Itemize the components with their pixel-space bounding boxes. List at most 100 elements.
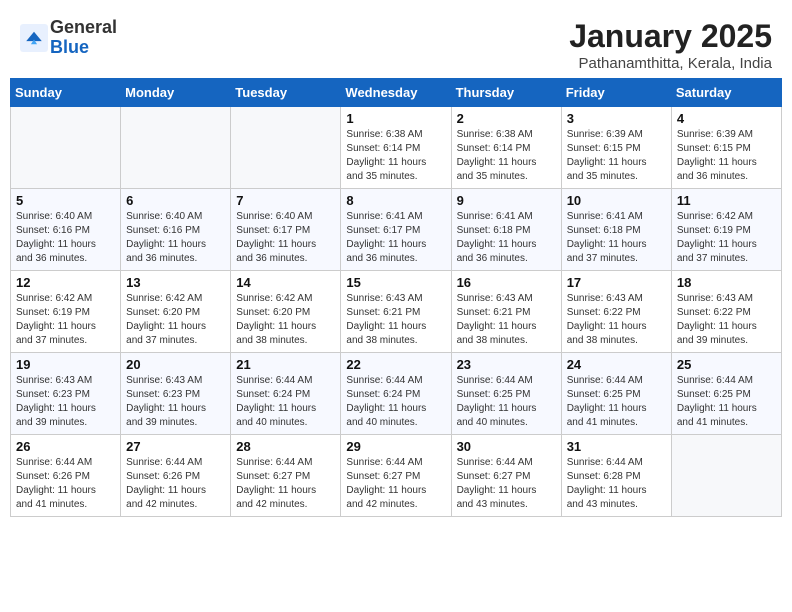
calendar-cell: 7Sunrise: 6:40 AM Sunset: 6:17 PM Daylig… xyxy=(231,189,341,271)
day-info: Sunrise: 6:40 AM Sunset: 6:16 PM Dayligh… xyxy=(126,210,225,266)
day-info: Sunrise: 6:43 AM Sunset: 6:23 PM Dayligh… xyxy=(126,374,225,430)
calendar-cell: 20 Sunrise: 6:43 AM Sunset: 6:23 PM Dayli… xyxy=(121,353,231,435)
day-number: 20 xyxy=(126,357,225,372)
day-number: 14 xyxy=(236,275,335,290)
calendar-cell: 22 Sunrise: 6:44 AM Sunset: 6:24 PM Dayli… xyxy=(341,353,451,435)
weekday-header-monday: Monday xyxy=(121,79,231,107)
day-info: Sunrise: 6:44 AM Sunset: 6:24 PM Dayligh… xyxy=(346,374,445,430)
calendar-cell: 26 Sunrise: 6:44 AM Sunset: 6:26 PM Dayli… xyxy=(11,435,121,517)
day-number: 19 xyxy=(16,357,115,372)
weekday-header-wednesday: Wednesday xyxy=(341,79,451,107)
calendar-cell: 9 Sunrise: 6:41 AM Sunset: 6:18 PM Daylig… xyxy=(451,189,561,271)
day-info: Sunrise: 6:43 AM Sunset: 6:23 PM Dayligh… xyxy=(16,374,115,430)
calendar-cell: 13Sunrise: 6:42 AM Sunset: 6:20 PM Dayli… xyxy=(121,271,231,353)
day-info: Sunrise: 6:44 AM Sunset: 6:27 PM Dayligh… xyxy=(457,456,556,512)
calendar-cell: 21Sunrise: 6:44 AM Sunset: 6:24 PM Dayli… xyxy=(231,353,341,435)
calendar-cell: 5Sunrise: 6:40 AM Sunset: 6:16 PM Daylig… xyxy=(11,189,121,271)
weekday-header-thursday: Thursday xyxy=(451,79,561,107)
calendar-cell: 11 Sunrise: 6:42 AM Sunset: 6:19 PM Dayli… xyxy=(671,189,781,271)
logo-icon xyxy=(20,24,48,52)
day-number: 7 xyxy=(236,193,335,208)
calendar-cell: 27 Sunrise: 6:44 AM Sunset: 6:26 PM Dayli… xyxy=(121,435,231,517)
calendar-cell: 14 Sunrise: 6:42 AM Sunset: 6:20 PM Dayli… xyxy=(231,271,341,353)
calendar-cell: 31 Sunrise: 6:44 AM Sunset: 6:28 PM Dayli… xyxy=(561,435,671,517)
day-number: 8 xyxy=(346,193,445,208)
day-number: 29 xyxy=(346,439,445,454)
weekday-header-row: SundayMondayTuesdayWednesdayThursdayFrid… xyxy=(11,79,782,107)
day-number: 16 xyxy=(457,275,556,290)
day-number: 5 xyxy=(16,193,115,208)
day-number: 26 xyxy=(16,439,115,454)
day-number: 12 xyxy=(16,275,115,290)
calendar-cell: 18 Sunrise: 6:43 AM Sunset: 6:22 PM Dayli… xyxy=(671,271,781,353)
day-info: Sunrise: 6:44 AM Sunset: 6:26 PM Dayligh… xyxy=(126,456,225,512)
day-info: Sunrise: 6:44 AM Sunset: 6:25 PM Dayligh… xyxy=(677,374,776,430)
calendar-cell: 17Sunrise: 6:43 AM Sunset: 6:22 PM Dayli… xyxy=(561,271,671,353)
calendar-table: SundayMondayTuesdayWednesdayThursdayFrid… xyxy=(10,78,782,517)
calendar-week-3: 12Sunrise: 6:42 AM Sunset: 6:19 PM Dayli… xyxy=(11,271,782,353)
calendar-cell: 28 Sunrise: 6:44 AM Sunset: 6:27 PM Dayli… xyxy=(231,435,341,517)
day-number: 11 xyxy=(677,193,776,208)
calendar-cell: 12Sunrise: 6:42 AM Sunset: 6:19 PM Dayli… xyxy=(11,271,121,353)
calendar-cell: 6Sunrise: 6:40 AM Sunset: 6:16 PM Daylig… xyxy=(121,189,231,271)
day-info: Sunrise: 6:44 AM Sunset: 6:24 PM Dayligh… xyxy=(236,374,335,430)
day-info: Sunrise: 6:44 AM Sunset: 6:27 PM Dayligh… xyxy=(346,456,445,512)
day-info: Sunrise: 6:44 AM Sunset: 6:25 PM Dayligh… xyxy=(457,374,556,430)
day-info: Sunrise: 6:41 AM Sunset: 6:18 PM Dayligh… xyxy=(567,210,666,266)
day-info: Sunrise: 6:38 AM Sunset: 6:14 PM Dayligh… xyxy=(457,128,556,184)
logo-text: General Blue xyxy=(50,18,117,58)
month-title: January 2025 xyxy=(569,18,772,55)
calendar-cell: 1Sunrise: 6:38 AM Sunset: 6:14 PM Daylig… xyxy=(341,107,451,189)
calendar-cell: 3 Sunrise: 6:39 AM Sunset: 6:15 PM Daylig… xyxy=(561,107,671,189)
day-info: Sunrise: 6:43 AM Sunset: 6:22 PM Dayligh… xyxy=(567,292,666,348)
calendar-week-1: 1Sunrise: 6:38 AM Sunset: 6:14 PM Daylig… xyxy=(11,107,782,189)
day-info: Sunrise: 6:44 AM Sunset: 6:27 PM Dayligh… xyxy=(236,456,335,512)
day-number: 9 xyxy=(457,193,556,208)
day-info: Sunrise: 6:41 AM Sunset: 6:18 PM Dayligh… xyxy=(457,210,556,266)
location: Pathanamthitta, Kerala, India xyxy=(569,55,772,72)
calendar-cell: 23Sunrise: 6:44 AM Sunset: 6:25 PM Dayli… xyxy=(451,353,561,435)
day-info: Sunrise: 6:44 AM Sunset: 6:28 PM Dayligh… xyxy=(567,456,666,512)
day-info: Sunrise: 6:44 AM Sunset: 6:25 PM Dayligh… xyxy=(567,374,666,430)
day-info: Sunrise: 6:42 AM Sunset: 6:20 PM Dayligh… xyxy=(236,292,335,348)
day-info: Sunrise: 6:38 AM Sunset: 6:14 PM Dayligh… xyxy=(346,128,445,184)
calendar-cell: 2 Sunrise: 6:38 AM Sunset: 6:14 PM Daylig… xyxy=(451,107,561,189)
day-number: 25 xyxy=(677,357,776,372)
day-number: 28 xyxy=(236,439,335,454)
day-number: 18 xyxy=(677,275,776,290)
calendar-cell: 24 Sunrise: 6:44 AM Sunset: 6:25 PM Dayli… xyxy=(561,353,671,435)
weekday-header-friday: Friday xyxy=(561,79,671,107)
day-number: 27 xyxy=(126,439,225,454)
day-info: Sunrise: 6:44 AM Sunset: 6:26 PM Dayligh… xyxy=(16,456,115,512)
weekday-header-sunday: Sunday xyxy=(11,79,121,107)
calendar-cell: 30Sunrise: 6:44 AM Sunset: 6:27 PM Dayli… xyxy=(451,435,561,517)
calendar-cell: 25 Sunrise: 6:44 AM Sunset: 6:25 PM Dayli… xyxy=(671,353,781,435)
day-number: 22 xyxy=(346,357,445,372)
calendar-cell: 16 Sunrise: 6:43 AM Sunset: 6:21 PM Dayli… xyxy=(451,271,561,353)
day-number: 10 xyxy=(567,193,666,208)
calendar-week-5: 26 Sunrise: 6:44 AM Sunset: 6:26 PM Dayli… xyxy=(11,435,782,517)
day-info: Sunrise: 6:43 AM Sunset: 6:21 PM Dayligh… xyxy=(457,292,556,348)
day-number: 2 xyxy=(457,111,556,126)
calendar-cell xyxy=(121,107,231,189)
day-number: 3 xyxy=(567,111,666,126)
calendar-week-4: 19 Sunrise: 6:43 AM Sunset: 6:23 PM Dayli… xyxy=(11,353,782,435)
logo: General Blue xyxy=(20,18,117,58)
day-info: Sunrise: 6:41 AM Sunset: 6:17 PM Dayligh… xyxy=(346,210,445,266)
calendar-cell xyxy=(671,435,781,517)
day-info: Sunrise: 6:39 AM Sunset: 6:15 PM Dayligh… xyxy=(677,128,776,184)
calendar-cell xyxy=(11,107,121,189)
weekday-header-saturday: Saturday xyxy=(671,79,781,107)
day-number: 4 xyxy=(677,111,776,126)
day-info: Sunrise: 6:43 AM Sunset: 6:22 PM Dayligh… xyxy=(677,292,776,348)
day-number: 13 xyxy=(126,275,225,290)
calendar-cell: 29 Sunrise: 6:44 AM Sunset: 6:27 PM Dayli… xyxy=(341,435,451,517)
calendar-cell: 15Sunrise: 6:43 AM Sunset: 6:21 PM Dayli… xyxy=(341,271,451,353)
day-number: 24 xyxy=(567,357,666,372)
day-info: Sunrise: 6:42 AM Sunset: 6:19 PM Dayligh… xyxy=(677,210,776,266)
calendar-week-2: 5 Sunrise: 6:40 AM Sunset: 6:16 PM Daylig… xyxy=(11,189,782,271)
day-number: 31 xyxy=(567,439,666,454)
day-info: Sunrise: 6:39 AM Sunset: 6:15 PM Dayligh… xyxy=(567,128,666,184)
day-number: 15 xyxy=(346,275,445,290)
page-header: General Blue January 2025 Pathanamthitta… xyxy=(10,10,782,78)
